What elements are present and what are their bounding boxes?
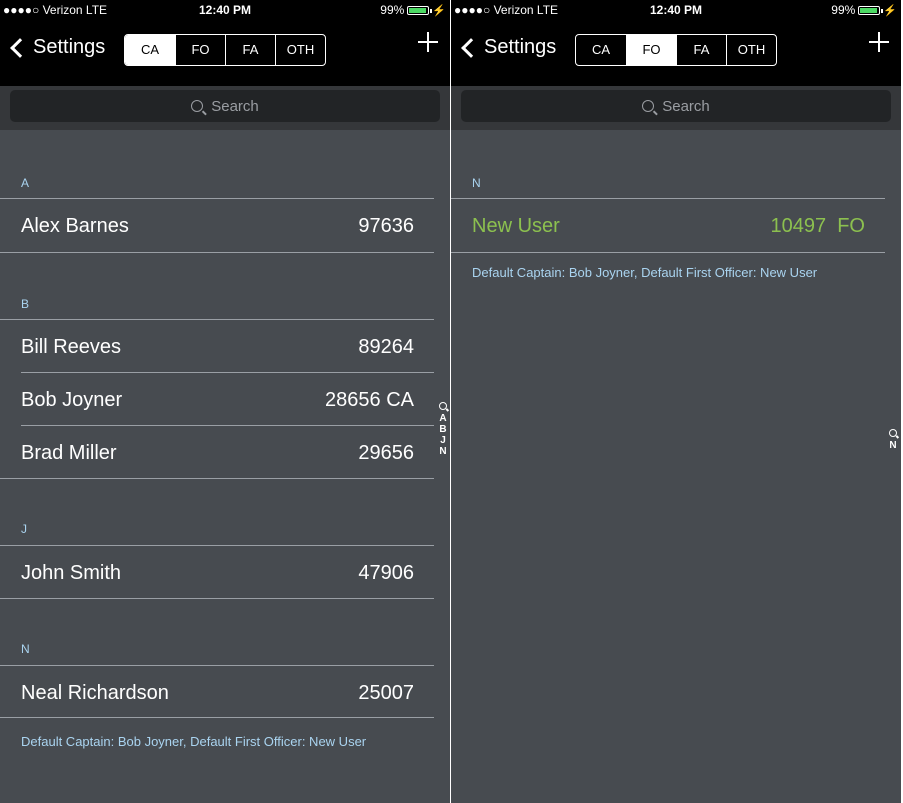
separator [451, 252, 885, 253]
section-header-n: N [472, 176, 481, 190]
charging-bolt-icon: ⚡ [432, 4, 446, 17]
user-number: 47906 [358, 562, 414, 584]
segment-fo[interactable]: FO [626, 35, 676, 65]
segment-oth[interactable]: OTH [726, 35, 776, 65]
search-input[interactable]: Search [10, 90, 440, 122]
segment-oth[interactable]: OTH [275, 35, 325, 65]
search-icon [889, 429, 897, 437]
segment-fo[interactable]: FO [175, 35, 225, 65]
search-placeholder: Search [211, 97, 259, 115]
index-j[interactable]: J [435, 435, 450, 446]
section-header-b: B [21, 297, 30, 311]
index-n[interactable]: N [435, 446, 450, 457]
search-placeholder: Search [662, 97, 710, 115]
user-number: 29656 [358, 442, 414, 464]
user-number: 97636 [358, 215, 414, 237]
phone-screen-right: ●●●●○ Verizon LTE 12:40 PM 99% ⚡ Setting… [451, 0, 901, 803]
section-header-a: A [21, 176, 30, 190]
role-badge: FO [837, 215, 865, 237]
list-item[interactable]: Alex Barnes 97636 [0, 200, 434, 252]
user-name: Bob Joyner [21, 389, 123, 411]
separator [0, 717, 434, 718]
search-input[interactable]: Search [461, 90, 891, 122]
user-number-role: 10497 FO [770, 215, 865, 238]
chevron-left-icon [461, 37, 481, 58]
segment-fa[interactable]: FA [676, 35, 726, 65]
index-a[interactable]: A [435, 413, 450, 424]
role-segmented-control: CA FO FA OTH [124, 34, 326, 66]
battery-icon [407, 5, 433, 15]
separator [0, 319, 434, 320]
battery-icon [858, 5, 884, 15]
list-item[interactable]: Bill Reeves 89264 [0, 321, 434, 373]
separator [0, 478, 434, 479]
back-button[interactable]: Settings [9, 36, 105, 59]
search-icon [642, 100, 655, 112]
back-label: Settings [484, 36, 557, 58]
separator [0, 252, 434, 253]
separator [0, 598, 434, 599]
separator [0, 665, 434, 666]
battery-percent: 99% [380, 3, 405, 17]
back-label: Settings [33, 36, 106, 58]
status-bar: ●●●●○ Verizon LTE 12:40 PM 99% ⚡ [0, 0, 450, 20]
list-item[interactable]: New User 10497 FO [451, 200, 885, 252]
segment-ca[interactable]: CA [125, 35, 175, 65]
user-number: 25007 [358, 682, 414, 704]
nav-bar: Settings CA FO FA OTH [0, 20, 450, 86]
user-number: 89264 [358, 336, 414, 358]
user-name: Neal Richardson [21, 682, 169, 704]
role-segmented-control: CA FO FA OTH [575, 34, 777, 66]
user-name: Bill Reeves [21, 336, 122, 358]
list-item[interactable]: Brad Miller 29656 [0, 427, 434, 479]
index-search[interactable] [435, 402, 450, 413]
list-item[interactable]: John Smith 47906 [0, 547, 434, 599]
search-icon [439, 402, 447, 410]
separator [451, 198, 885, 199]
separator [21, 425, 434, 426]
user-name: New User [472, 215, 560, 237]
battery-status: 99% ⚡ [380, 3, 446, 17]
segment-fa[interactable]: FA [225, 35, 275, 65]
status-bar: ●●●●○ Verizon LTE 12:40 PM 99% ⚡ [451, 0, 901, 20]
segment-ca[interactable]: CA [576, 35, 626, 65]
separator [21, 372, 434, 373]
role-badge: CA [386, 389, 414, 411]
back-button[interactable]: Settings [460, 36, 556, 59]
user-name: Brad Miller [21, 442, 117, 464]
section-header-n: N [21, 642, 30, 656]
user-number: 28656 [325, 389, 381, 411]
search-bar: Search [451, 86, 901, 130]
separator [0, 545, 434, 546]
battery-percent: 99% [831, 3, 856, 17]
charging-bolt-icon: ⚡ [883, 4, 897, 17]
index-b[interactable]: B [435, 424, 450, 435]
phone-screen-left: ●●●●○ Verizon LTE 12:40 PM 99% ⚡ Setting… [0, 0, 450, 803]
search-icon [191, 100, 204, 112]
index-search[interactable] [885, 429, 901, 440]
user-name: Alex Barnes [21, 215, 129, 237]
plus-icon[interactable] [416, 30, 440, 54]
nav-bar: Settings CA FO FA OTH [451, 20, 901, 86]
section-header-j: J [21, 522, 27, 536]
section-index[interactable]: N [885, 429, 901, 451]
plus-icon[interactable] [867, 30, 891, 54]
battery-status: 99% ⚡ [831, 3, 897, 17]
index-n[interactable]: N [885, 440, 901, 451]
chevron-left-icon [10, 37, 30, 58]
default-crew-note: Default Captain: Bob Joyner, Default Fir… [472, 265, 818, 280]
user-number-role: 28656 CA [325, 389, 414, 412]
user-number: 10497 [770, 215, 827, 237]
list-item[interactable]: Neal Richardson 25007 [0, 667, 434, 719]
section-index[interactable]: A B J N [435, 402, 450, 457]
separator [0, 198, 434, 199]
default-crew-note: Default Captain: Bob Joyner, Default Fir… [21, 734, 367, 749]
user-name: John Smith [21, 562, 122, 584]
search-bar: Search [0, 86, 450, 130]
list-item[interactable]: Bob Joyner 28656 CA [0, 374, 434, 426]
